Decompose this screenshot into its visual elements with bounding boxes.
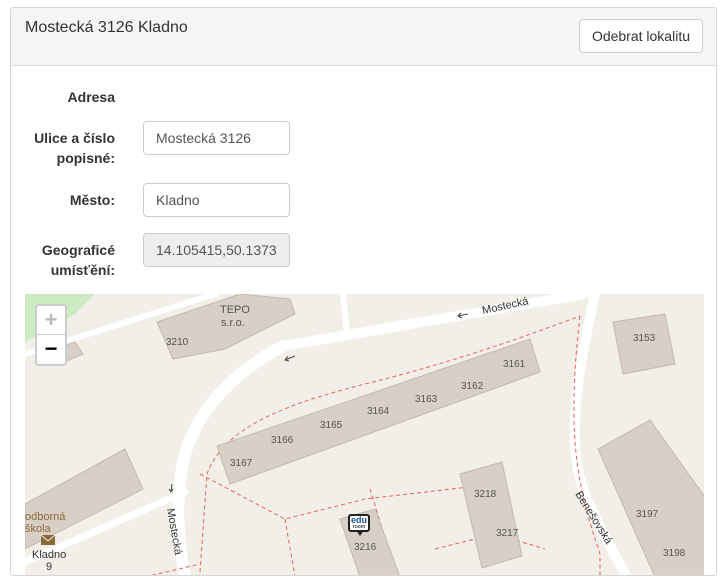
panel-heading: Mostecká 3126 Kladno Odebrat lokalitu	[11, 8, 716, 66]
building-number: 3164	[367, 406, 390, 417]
map-canvas: Mostecká Mostecká Benešovská 3210 3153 3…	[25, 294, 704, 575]
street-input[interactable]	[143, 121, 290, 155]
panel-title: Mostecká 3126 Kladno	[25, 19, 188, 36]
marker-sublabel: room	[352, 524, 366, 530]
street-label-benesovska: Benešovská	[572, 489, 614, 547]
map[interactable]: Mostecká Mostecká Benešovská 3210 3153 3…	[25, 294, 704, 575]
street-label-mostecka-top: Mostecká	[481, 295, 530, 317]
place-label-post-sub: 9	[46, 561, 52, 573]
place-label-school: odborná	[25, 511, 66, 523]
street-label: Ulice a číslo popisné:	[34, 130, 115, 166]
place-label-tepo: TEPO	[220, 304, 250, 316]
building-number: 3218	[474, 489, 497, 500]
building-number: 3198	[663, 548, 686, 559]
building-number: 3216	[354, 542, 377, 553]
building-number: 3153	[633, 333, 656, 344]
zoom-out-button[interactable]: −	[37, 335, 65, 363]
building-number: 3166	[271, 435, 294, 446]
place-label-school-sub: škola	[25, 523, 52, 535]
location-panel: Mostecká 3126 Kladno Odebrat lokalitu Ad…	[10, 7, 717, 576]
building-number: 3163	[415, 394, 438, 405]
building-number: 3161	[503, 359, 526, 370]
road-stub	[340, 294, 350, 337]
city-input[interactable]	[143, 183, 290, 217]
zoom-in-button[interactable]: +	[37, 306, 65, 335]
geo-input[interactable]	[143, 233, 290, 267]
road-mostecka-top	[278, 294, 590, 351]
building-number: 3210	[166, 337, 189, 348]
building-number: 3162	[461, 381, 484, 392]
place-label-tepo-sub: s.r.o.	[221, 317, 245, 329]
city-label: Město:	[69, 192, 115, 208]
geo-label: Geograficé umísťění:	[41, 242, 115, 278]
building-number: 3217	[496, 528, 519, 539]
building-number: 3167	[230, 458, 253, 469]
zoom-control: + −	[35, 304, 67, 366]
building-number: 3165	[320, 420, 343, 431]
location-marker-icon[interactable]: edu room	[348, 514, 370, 536]
remove-location-button[interactable]: Odebrat lokalitu	[578, 19, 703, 53]
address-section-label: Adresa	[67, 89, 115, 105]
building-number: 3197	[636, 509, 659, 520]
place-label-post: Kladno	[32, 549, 66, 561]
